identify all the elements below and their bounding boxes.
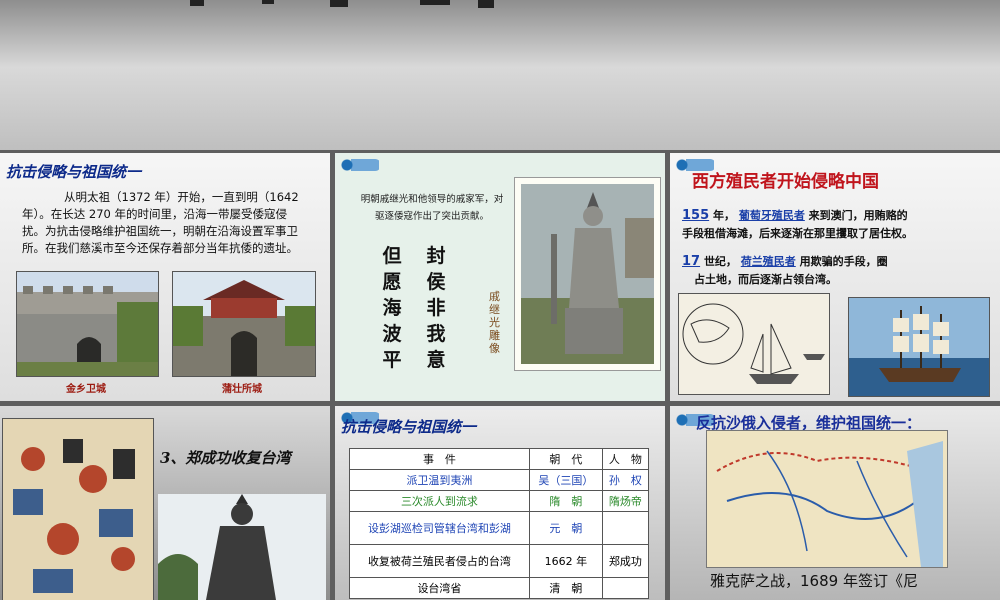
poem-char: 侯 [426,271,446,293]
cell-person: 隋炀帝 [601,490,650,512]
cell-event: 收复被荷兰殖民者侵占的台湾 [349,544,530,578]
text-fragment: 用欺骗的手段，圈 [799,255,888,268]
text-line-1: 155 年， 葡萄牙殖民者 来到澳门，用贿赂的 [682,207,908,223]
text-fragment: 来到澳门，用贿赂的 [808,209,908,222]
poem-char: 波 [382,323,402,345]
photo-qi-statue [514,177,661,371]
photo-caption-right: 蒲壮所城 [222,384,262,395]
cell-person [601,577,650,599]
cell-person [601,511,650,545]
slide-title: 抗击侵略与祖国统一 [341,418,477,436]
top-banner [0,0,1000,150]
header-event: 事 件 [349,448,530,470]
slide-intro-text: 明朝戚继光和他领导的戚家军，对驱逐倭寇作出了突出贡献。 [360,194,504,222]
cell-event: 设台湾省 [349,577,530,599]
text-line-4: 占土地，而后逐渐占领台湾。 [694,273,837,286]
slide-taiwan-table[interactable]: 抗击侵略与祖国统一 事 件 朝 代 人 物 派卫温到夷洲 吴（三国） 孙 权 三… [335,406,665,600]
fill-blank-century: 17 [682,254,701,269]
poem-char: 封 [426,245,446,267]
cell-person: 孙 权 [601,469,650,491]
poem-column-right: 封 侯 非 我 意 [421,243,451,373]
slide-resist-russia[interactable]: 反抗沙俄入侵者，维护祖国统一： 雅克萨之战，1689 年签订《尼 [670,406,1000,600]
poem-char: 非 [426,297,446,319]
slide-title: 3、郑成功收复台湾 [160,449,291,467]
cell-dynasty: 吴（三国） [528,469,603,491]
cell-dynasty: 隋 朝 [528,490,603,512]
cell-dynasty: 清 朝 [528,577,603,599]
slide-western-colonists[interactable]: 西方殖民者开始侵略中国 155 年， 葡萄牙殖民者 来到澳门，用贿赂的 手段租借… [670,153,1000,401]
table-header-row: 事 件 朝 代 人 物 [349,448,650,470]
events-table: 事 件 朝 代 人 物 派卫温到夷洲 吴（三国） 孙 权 三次派人到流求 隋 朝… [349,448,650,599]
banner-title-strokes [190,0,494,8]
slide-paragraph: 雅克萨之战，1689 年签订《尼 [710,572,918,590]
header-person: 人 物 [601,448,650,470]
table-row: 派卫温到夷洲 吴（三国） 孙 权 [349,469,650,491]
table-row: 收复被荷兰殖民者侵占的台湾 1662 年 郑成功 [349,544,650,578]
poem-char: 平 [382,349,402,371]
poem-char: 海 [382,297,402,319]
cell-dynasty: 元 朝 [528,511,603,545]
poem-column-left: 但 愿 海 波 平 [377,243,407,373]
text-line-2: 手段租借海滩，后来逐渐在那里攫取了居住权。 [682,227,913,240]
slide-zheng-chenggong[interactable]: 3、郑成功收复台湾 [0,406,330,600]
image-ships-sketch [678,293,830,395]
slide-title: 抗击侵略与祖国统一 [6,163,142,181]
slide-paragraph: 从明太祖（1372 年）开始，一直到明（1642 年）。在长达 270 年的时间… [22,190,299,255]
statue-caption: 戚继光雕像 [489,290,500,355]
fill-blank-year: 155 [682,208,710,223]
poem-char: 愿 [382,271,402,293]
cell-person: 郑成功 [601,544,650,578]
image-sailing-ship [848,297,990,397]
image-battle-painting [2,418,154,600]
poem-char: 但 [382,245,402,267]
poem-char: 意 [426,349,446,371]
photo-jinxiang-fort [16,271,159,377]
poem-char: 我 [426,323,446,345]
fill-blank-dutch: 荷兰殖民者 [740,255,796,268]
cell-event: 派卫温到夷洲 [349,469,530,491]
slide-qi-jiguang[interactable]: 明朝戚继光和他领导的戚家军，对驱逐倭寇作出了突出贡献。 但 愿 海 波 平 封 … [335,153,665,401]
image-northeast-map [706,430,948,568]
table-row: 设彭湖巡检司管辖台湾和彭湖 元 朝 [349,511,650,545]
table-row: 三次派人到流求 隋 朝 隋炀帝 [349,490,650,512]
slide-title: 西方殖民者开始侵略中国 [692,172,879,192]
text-fragment: 世纪， [703,255,737,268]
photo-caption-left: 金乡卫城 [66,384,106,395]
cell-event: 三次派人到流求 [349,490,530,512]
text-fragment: 年， [712,209,735,222]
cell-event: 设彭湖巡检司管辖台湾和彭湖 [349,511,530,545]
header-dynasty: 朝 代 [528,448,603,470]
table-row: 设台湾省 清 朝 [349,577,650,599]
slide-logo-icon [341,159,381,171]
text-line-3: 17 世纪， 荷兰殖民者 用欺骗的手段，圈 [682,253,888,269]
slide-ming-coast-defense[interactable]: 抗击侵略与祖国统一 从明太祖（1372 年）开始，一直到明（1642 年）。在长… [0,153,330,401]
photo-zheng-statue [158,494,326,600]
cell-dynasty: 1662 年 [528,544,603,578]
fill-blank-portuguese: 葡萄牙殖民者 [738,209,805,222]
photo-puzhuang-fort [172,271,316,377]
